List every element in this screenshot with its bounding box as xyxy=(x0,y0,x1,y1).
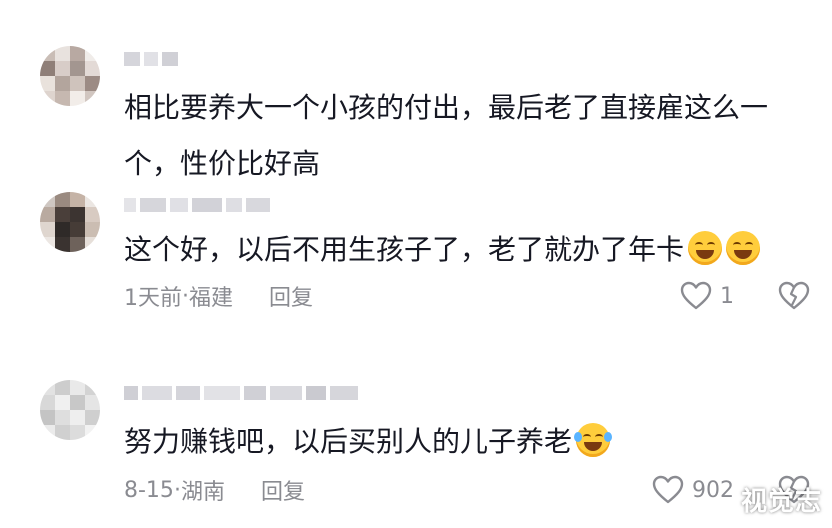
comment-location: 湖南 xyxy=(180,480,225,505)
heart-icon xyxy=(652,475,684,504)
comment-text: 这个好，以后不用生孩子了，老了就办了年卡 xyxy=(124,222,804,278)
avatar[interactable] xyxy=(40,380,100,440)
like-button[interactable]: 902 xyxy=(652,475,734,505)
heart-icon xyxy=(680,281,712,310)
comment-text-line: 相比要养大一个小孩的付出，最后老了直接雇这么一 xyxy=(124,91,769,124)
laugh-cry-emoji xyxy=(574,423,613,457)
comment-text: 相比要养大一个小孩的付出，最后老了直接雇这么一 个，性价比好高 xyxy=(124,80,804,192)
reply-button[interactable]: 回复 xyxy=(269,280,313,312)
like-count: 902 xyxy=(692,477,734,503)
comment-text-line: 努力赚钱吧，以后买别人的儿子养老 xyxy=(124,425,573,458)
comment-text: 努力赚钱吧，以后买别人的儿子养老 xyxy=(124,414,804,470)
comment-text-line: 这个好，以后不用生孩子了，老了就办了年卡 xyxy=(124,233,685,266)
avatar[interactable] xyxy=(40,192,100,252)
meta-separator: · xyxy=(182,283,189,309)
comment-text-line: 个，性价比好高 xyxy=(124,147,321,180)
comment-actions: 1 xyxy=(680,280,810,312)
username-blurred[interactable] xyxy=(124,384,358,402)
username-blurred[interactable] xyxy=(124,50,178,68)
reply-button[interactable]: 回复 xyxy=(261,474,305,506)
comment-time: 1天前 xyxy=(124,286,182,311)
smile-emoji xyxy=(726,231,761,265)
avatar[interactable] xyxy=(40,46,100,106)
watermark: 视觉志 xyxy=(740,487,822,517)
meta-separator: · xyxy=(173,477,181,503)
dislike-icon[interactable] xyxy=(778,281,810,311)
comment-location: 福建 xyxy=(189,286,234,311)
comment-meta: 8-15 · 湖南 回复 xyxy=(124,474,305,506)
smile-emoji xyxy=(688,231,723,265)
like-button[interactable]: 1 xyxy=(680,281,734,311)
comment-time: 8-15 xyxy=(124,477,174,503)
like-count: 1 xyxy=(720,283,734,309)
username-blurred[interactable] xyxy=(124,196,270,214)
comment-meta: 1天前 · 福建 回复 xyxy=(124,280,313,312)
